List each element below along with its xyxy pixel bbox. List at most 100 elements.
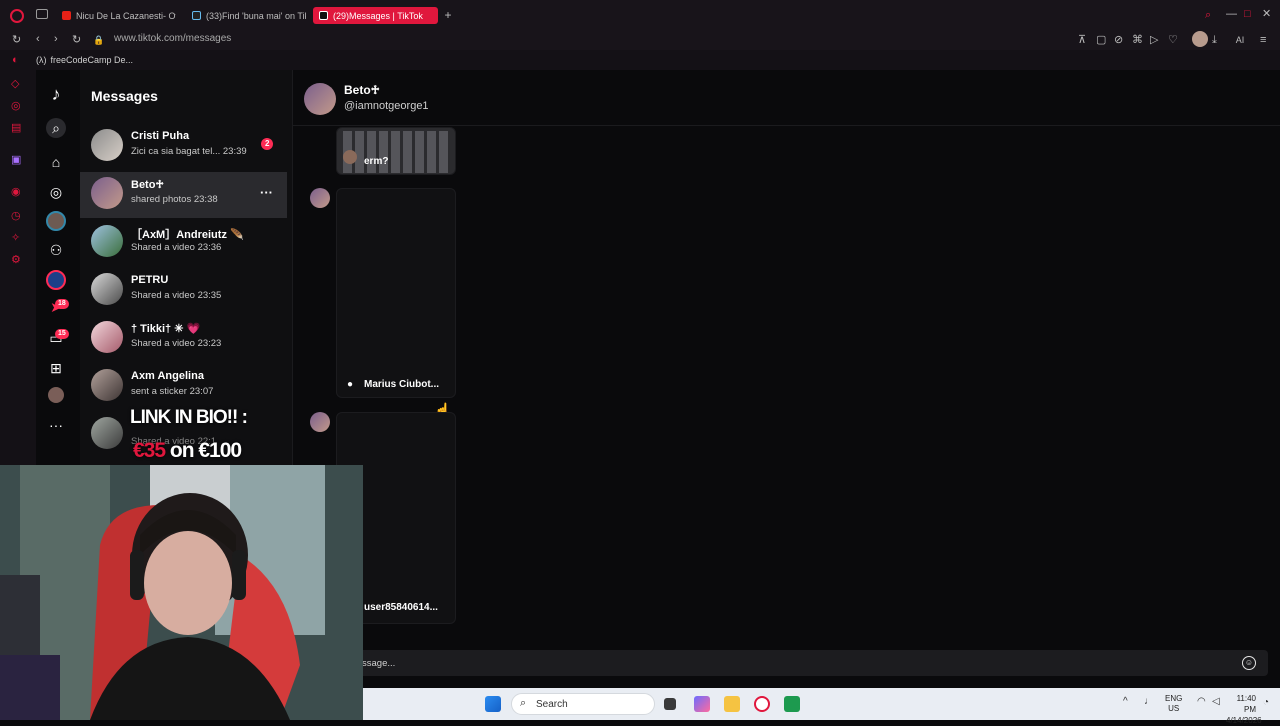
- volume-icon[interactable]: ◁: [1212, 696, 1220, 707]
- translate-icon[interactable]: ⌘: [1132, 34, 1143, 46]
- conversation-item[interactable]: Axm Angelina sent a sticker 23:07: [80, 364, 287, 410]
- forward-icon[interactable]: ›: [54, 33, 58, 45]
- language-indicator[interactable]: ENG US: [1165, 694, 1182, 714]
- search-icon[interactable]: ⌕: [46, 118, 66, 138]
- opera-logo-icon[interactable]: [10, 9, 24, 23]
- app-icon[interactable]: [784, 696, 800, 712]
- live-avatar-icon[interactable]: [46, 211, 66, 231]
- bookmarks-icon[interactable]: ▤: [11, 122, 21, 134]
- url-field[interactable]: www.tiktok.com/messages: [114, 33, 231, 44]
- profile-icon[interactable]: [48, 387, 64, 403]
- tab-tiktok-search[interactable]: (33)Find 'buna mai' on Tik: [186, 7, 306, 24]
- promo-rest: on €100: [165, 439, 242, 462]
- wifi-icon[interactable]: ◠: [1197, 696, 1206, 707]
- webcam-image: [0, 465, 363, 720]
- shared-video-card[interactable]: ● Marius Ciubot...: [336, 188, 456, 398]
- conversation-item[interactable]: ［AxM］Andreiutz 🪶 Shared a video 23:36: [80, 220, 287, 266]
- emoji-icon[interactable]: ☺: [1242, 656, 1256, 670]
- chat-avatar[interactable]: [304, 83, 336, 115]
- player-icon[interactable]: ◉: [11, 186, 21, 198]
- message-avatar: [310, 412, 330, 432]
- conversation-name: † Tikki† ✳ 💗: [131, 323, 201, 335]
- windows-taskbar: ⌕ Search ^ ♩ ENG US ◠ ◁ 11:40 PM 4/14/20…: [363, 688, 1280, 725]
- download-icon[interactable]: ⤓: [1212, 34, 1217, 46]
- workspaces-icon[interactable]: [36, 9, 48, 19]
- aria-ai-button[interactable]: AI: [1229, 34, 1251, 46]
- minimize-icon[interactable]: —: [1226, 8, 1237, 20]
- following-icon[interactable]: ⚇: [46, 240, 66, 260]
- heart-icon[interactable]: ♡: [1168, 34, 1178, 46]
- aria-icon[interactable]: ◇: [11, 78, 19, 90]
- tab-youtube[interactable]: Nicu De La Cazanesti- Of: [56, 7, 176, 24]
- tab-tiktok-messages[interactable]: (29)Messages | TikTok: [313, 7, 438, 24]
- menu-icon[interactable]: ≡: [1260, 34, 1266, 46]
- reload-icon[interactable]: ↻: [12, 34, 21, 46]
- screenshot-icon[interactable]: ▢: [1096, 34, 1106, 46]
- chat-name[interactable]: Beto♱: [344, 83, 380, 97]
- more-options-icon[interactable]: ···: [260, 185, 273, 200]
- twitch-icon[interactable]: ▣: [11, 154, 21, 166]
- photo-avatar: [343, 150, 357, 164]
- file-explorer-icon[interactable]: [724, 696, 740, 712]
- upload-icon[interactable]: ⊞: [46, 358, 66, 378]
- keyboard-image: [343, 131, 451, 173]
- avatar: [91, 369, 123, 401]
- promo-overlay: LINK IN BIO!! : €35 on €100: [128, 405, 253, 465]
- photo-caption: erm?: [364, 156, 389, 167]
- task-view-icon[interactable]: [664, 698, 676, 710]
- conversation-item[interactable]: Cristi Puha Zici ca sia bagat tel... 23:…: [80, 124, 287, 170]
- lang-bottom: US: [1168, 704, 1180, 713]
- tiktok-logo-icon[interactable]: ♪: [46, 84, 66, 104]
- tab-title: (29)Messages | TikTok: [333, 10, 423, 21]
- explore-icon[interactable]: ◎: [46, 182, 66, 202]
- opera-taskbar-icon[interactable]: [754, 696, 770, 712]
- profile-avatar[interactable]: [1192, 31, 1208, 47]
- microphone-icon[interactable]: ♩: [1144, 696, 1154, 707]
- tiktok-icon: [192, 11, 201, 20]
- messenger-icon[interactable]: ◎: [11, 100, 21, 112]
- bookmark-label: freeCodeCamp De...: [50, 55, 134, 65]
- conversation-name: Cristi Puha: [131, 130, 190, 142]
- avatar: [91, 225, 123, 257]
- conversation-preview: Shared a video 23:36: [131, 242, 222, 253]
- avatar: [91, 417, 123, 449]
- close-icon[interactable]: ✕: [1262, 8, 1271, 20]
- copilot-icon[interactable]: [694, 696, 710, 712]
- home-icon[interactable]: ⌂: [46, 152, 66, 172]
- history-icon[interactable]: ◷: [11, 210, 21, 222]
- bookmark-freecodecamp[interactable]: (λ) freeCodeCamp De...: [36, 55, 133, 65]
- adblock-icon[interactable]: ⊘: [1114, 34, 1123, 46]
- settings-icon[interactable]: ⚙: [11, 254, 21, 266]
- clock[interactable]: 11:40 PM 4/14/2026: [1226, 693, 1262, 726]
- conversation-item[interactable]: † Tikki† ✳ 💗 Shared a video 23:23: [80, 316, 287, 362]
- tab-title: (33)Find 'buna mai' on Tik: [206, 10, 306, 21]
- youtube-icon: [62, 11, 71, 20]
- conversation-preview: Zici ca sia bagat tel... 23:39: [131, 146, 247, 157]
- taskbar-search[interactable]: ⌕ Search: [511, 693, 655, 715]
- chat-handle[interactable]: @iamnotgeorge1: [344, 100, 429, 112]
- conversation-item[interactable]: Beto♱ shared photos 23:38 ···: [80, 172, 287, 218]
- shared-photo-card[interactable]: erm?: [336, 127, 456, 175]
- browser-tab-bar: Nicu De La Cazanesti- Of (33)Find 'buna …: [0, 0, 1280, 30]
- more-icon[interactable]: ···: [46, 415, 66, 435]
- refresh-icon[interactable]: ↻: [72, 34, 81, 46]
- notification-icon[interactable]: ◔: [1263, 697, 1269, 708]
- conversation-preview: Shared a video 23:23: [131, 338, 222, 349]
- windows-start-icon[interactable]: [485, 696, 501, 712]
- extensions-icon[interactable]: ✧: [11, 232, 20, 244]
- live-icon[interactable]: [46, 270, 66, 290]
- chevron-up-icon[interactable]: ^: [1123, 696, 1128, 707]
- new-tab-button[interactable]: +: [442, 9, 454, 21]
- pin-icon[interactable]: ⊼: [1078, 34, 1086, 46]
- message-input[interactable]: ssage... ☺: [354, 650, 1268, 676]
- play-icon[interactable]: ▷: [1150, 34, 1158, 46]
- maximize-icon[interactable]: □: [1244, 8, 1251, 20]
- search-tabs-icon[interactable]: ⌕: [1205, 9, 1211, 21]
- promo-offer: €35 on €100: [133, 439, 242, 463]
- conversation-preview: sent a sticker 23:07: [131, 386, 214, 397]
- back-icon[interactable]: ‹: [36, 33, 40, 45]
- conversation-item[interactable]: PETRU Shared a video 23:35: [80, 268, 287, 314]
- conversation-preview: shared photos 23:38: [131, 194, 218, 205]
- conversation-name: Beto♱: [131, 179, 164, 191]
- lock-icon: 🔒: [93, 35, 105, 45]
